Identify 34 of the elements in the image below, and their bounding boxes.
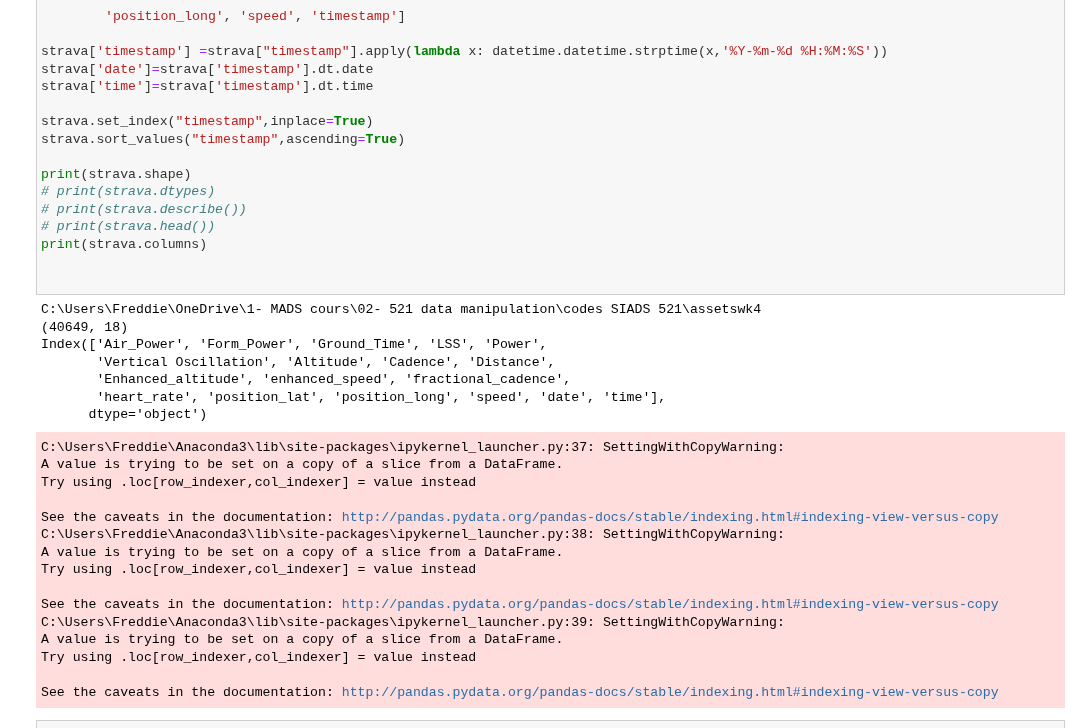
code-line: strava['date']=strava['timestamp'].dt.date — [41, 60, 374, 78]
warning-line: Try using .loc[row_indexer,col_indexer] = value instead — [41, 561, 477, 579]
warning-line: Try using .loc[row_indexer,col_indexer] = value instead — [41, 648, 477, 666]
warning-line: Try using .loc[row_indexer,col_indexer] = value instead — [41, 473, 477, 491]
warning-line: A value is trying to be set on a copy of a slice from a DataFrame. — [41, 631, 564, 649]
output-line: C:\Users\Freddie\OneDrive\1- MADS cours\02- 521 data manipulation\codes SIADS 521\assetswk4 — [41, 301, 762, 319]
warning-line: C:\Users\Freddie\Anaconda3\lib\site-packages\ipykernel_launcher.py:37: SettingWithCopyWarning: — [41, 438, 785, 456]
code-line: strava.sort_values("timestamp",ascending=True) — [41, 130, 406, 148]
code-line: 'position_long', 'speed', 'timestamp'] — [105, 8, 406, 26]
documentation-link[interactable]: http://pandas.pydata.org/pandas-docs/stable/indexing.html#indexing-view-versus-copy — [341, 596, 999, 614]
output-line: 'heart_rate', 'position_lat', 'position_long', 'speed', 'date', 'time'], — [95, 388, 667, 406]
warning-line: C:\Users\Freddie\Anaconda3\lib\site-packages\ipykernel_launcher.py:39: SettingWithCopyWarning: — [41, 613, 785, 631]
warning-line: See the caveats in the documentation: — [41, 596, 335, 614]
code-cell[interactable] — [36, 0, 1065, 295]
code-line: # print(strava.dtypes) — [41, 183, 216, 201]
warning-line: C:\Users\Freddie\Anaconda3\lib\site-packages\ipykernel_launcher.py:38: SettingWithCopyWarning: — [41, 526, 785, 544]
code-line: print(strava.columns) — [41, 235, 208, 253]
code-line: # print(strava.head()) — [41, 218, 216, 236]
output-line: Index(['Air_Power', 'Form_Power', 'Ground_Time', 'LSS', 'Power', — [41, 336, 548, 354]
code-line: print(strava.shape) — [41, 165, 192, 183]
output-line: (40649, 18) — [41, 318, 129, 336]
code-line: # print(strava.describe()) — [41, 200, 247, 218]
code-line: strava.set_index("timestamp",inplace=True) — [41, 113, 374, 131]
warning-line: See the caveats in the documentation: — [41, 683, 335, 701]
code-line: strava['time']=strava['timestamp'].dt.time — [41, 78, 374, 96]
warning-line: A value is trying to be set on a copy of a slice from a DataFrame. — [41, 456, 564, 474]
output-line: 'Vertical Oscillation', 'Altitude', 'Cadence', 'Distance', — [95, 353, 556, 371]
warning-line: A value is trying to be set on a copy of a slice from a DataFrame. — [41, 543, 564, 561]
output-line: dtype='object') — [87, 406, 208, 424]
code-line: strava['timestamp'] =strava["timestamp"].apply(lambda x: datetime.datetime.strptime(x,'%Y-%m-%d %H:%M:%S')) — [41, 43, 888, 61]
warning-line: See the caveats in the documentation: — [41, 508, 335, 526]
documentation-link[interactable]: http://pandas.pydata.org/pandas-docs/stable/indexing.html#indexing-view-versus-copy — [341, 683, 999, 701]
documentation-link[interactable]: http://pandas.pydata.org/pandas-docs/stable/indexing.html#indexing-view-versus-copy — [341, 508, 999, 526]
output-line: 'Enhanced_altitude', 'enhanced_speed', 'fractional_cadence', — [95, 371, 572, 389]
